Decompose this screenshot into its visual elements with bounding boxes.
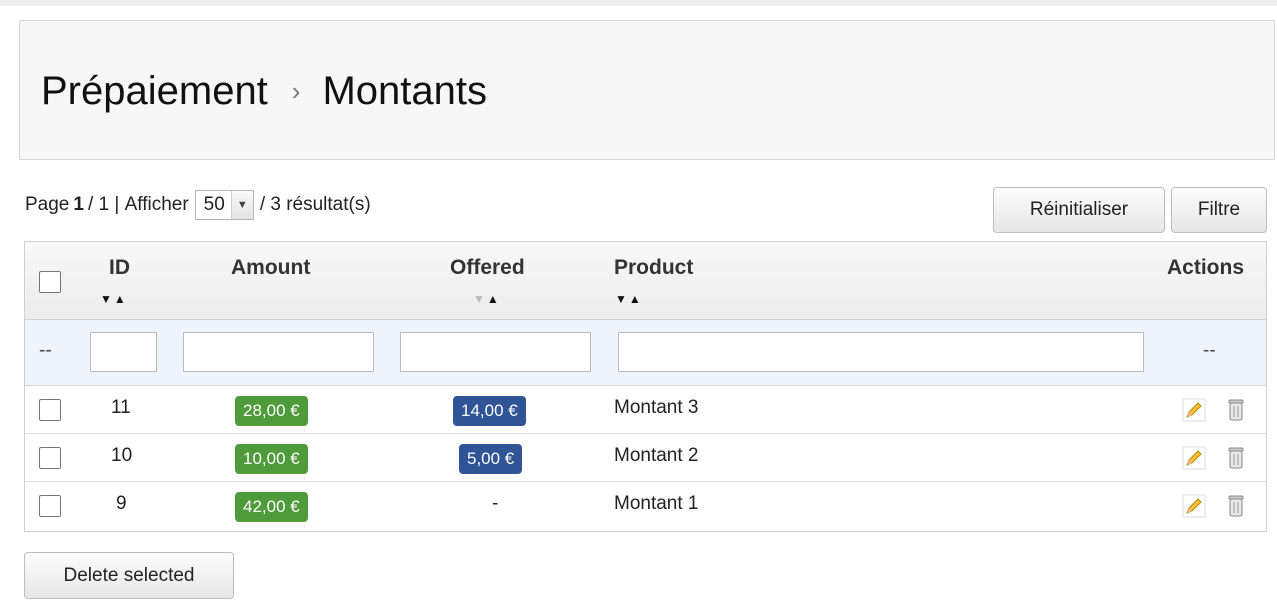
reset-button[interactable]: Réinitialiser <box>993 187 1165 233</box>
row-id: 11 <box>111 397 131 418</box>
offered-empty: - <box>492 493 499 514</box>
filter-dash-left: -- <box>39 340 52 361</box>
breadcrumb-current: Montants <box>322 69 487 113</box>
filter-id-input[interactable] <box>90 332 157 372</box>
breadcrumb-parent[interactable]: Prépaiement <box>41 69 268 113</box>
column-header-amount[interactable]: Amount <box>231 256 310 280</box>
sort-asc-icon[interactable]: ▲ <box>629 292 643 306</box>
row-product: Montant 2 <box>614 445 699 466</box>
results-count: / 3 résultat(s) <box>259 194 371 215</box>
sort-product: ▼▲ <box>615 292 643 306</box>
filter-button[interactable]: Filtre <box>1171 187 1267 233</box>
show-label: Afficher <box>124 194 189 215</box>
offered-badge: 14,00 € <box>453 396 526 426</box>
filter-product-input[interactable] <box>618 332 1144 372</box>
total-pages: 1 <box>98 194 110 215</box>
pagination-info: Page 1 / 1 | Afficher 50 ▼ / 3 résultat(… <box>25 190 371 220</box>
pencil-icon[interactable] <box>1180 396 1208 424</box>
filter-offered-input[interactable] <box>400 332 591 372</box>
trash-icon[interactable] <box>1222 444 1250 472</box>
trash-icon[interactable] <box>1222 396 1250 424</box>
pencil-icon[interactable] <box>1180 492 1208 520</box>
table-header-row: ID ▼▲ Amount Offered ▼▲ Product ▼▲ Actio… <box>25 242 1266 320</box>
breadcrumb: Prépaiement › Montants <box>41 69 487 114</box>
row-product: Montant 1 <box>614 493 699 514</box>
sort-asc-icon[interactable]: ▲ <box>487 292 501 306</box>
current-page: 1 <box>73 194 84 215</box>
trash-icon[interactable] <box>1222 492 1250 520</box>
row-id: 9 <box>116 493 127 514</box>
row-checkbox[interactable] <box>39 399 61 421</box>
column-header-offered[interactable]: Offered <box>450 256 525 280</box>
page-sep: / <box>87 194 99 215</box>
sort-asc-icon[interactable]: ▲ <box>114 292 128 306</box>
delete-selected-button[interactable]: Delete selected <box>24 552 234 599</box>
row-product: Montant 3 <box>614 397 699 418</box>
top-border <box>0 0 1277 6</box>
breadcrumb-separator-icon: › <box>291 76 301 106</box>
per-page-value: 50 <box>203 194 225 215</box>
sort-desc-icon[interactable]: ▼ <box>473 292 487 306</box>
select-all-checkbox[interactable] <box>39 271 61 293</box>
table-row: 11 28,00 € 14,00 € Montant 3 <box>25 386 1266 434</box>
sort-offered: ▼▲ <box>473 292 501 306</box>
sort-desc-icon[interactable]: ▼ <box>615 292 629 306</box>
pencil-icon[interactable] <box>1180 444 1208 472</box>
row-checkbox[interactable] <box>39 495 61 517</box>
amount-badge: 42,00 € <box>235 492 308 522</box>
filter-row: -- -- <box>25 320 1266 386</box>
filter-dash-right: -- <box>1203 340 1216 361</box>
page-label: Page <box>25 194 70 215</box>
offered-badge: 5,00 € <box>459 444 523 474</box>
chevron-down-icon[interactable]: ▼ <box>230 191 253 219</box>
amounts-table: ID ▼▲ Amount Offered ▼▲ Product ▼▲ Actio… <box>24 241 1267 532</box>
amount-badge: 28,00 € <box>235 396 308 426</box>
row-id: 10 <box>111 445 133 466</box>
per-page-select[interactable]: 50 ▼ <box>194 190 254 220</box>
page-header: Prépaiement › Montants <box>19 20 1275 160</box>
sort-id: ▼▲ <box>100 292 128 306</box>
sort-desc-icon[interactable]: ▼ <box>100 292 114 306</box>
amount-badge: 10,00 € <box>235 444 308 474</box>
table-row: 9 42,00 € - Montant 1 <box>25 482 1266 530</box>
column-header-product[interactable]: Product <box>614 256 693 280</box>
column-header-actions: Actions <box>1167 256 1245 279</box>
pipe-sep: | <box>109 194 125 215</box>
row-checkbox[interactable] <box>39 447 61 469</box>
column-header-id[interactable]: ID <box>109 256 130 280</box>
table-row: 10 10,00 € 5,00 € Montant 2 <box>25 434 1266 482</box>
filter-amount-input[interactable] <box>183 332 374 372</box>
